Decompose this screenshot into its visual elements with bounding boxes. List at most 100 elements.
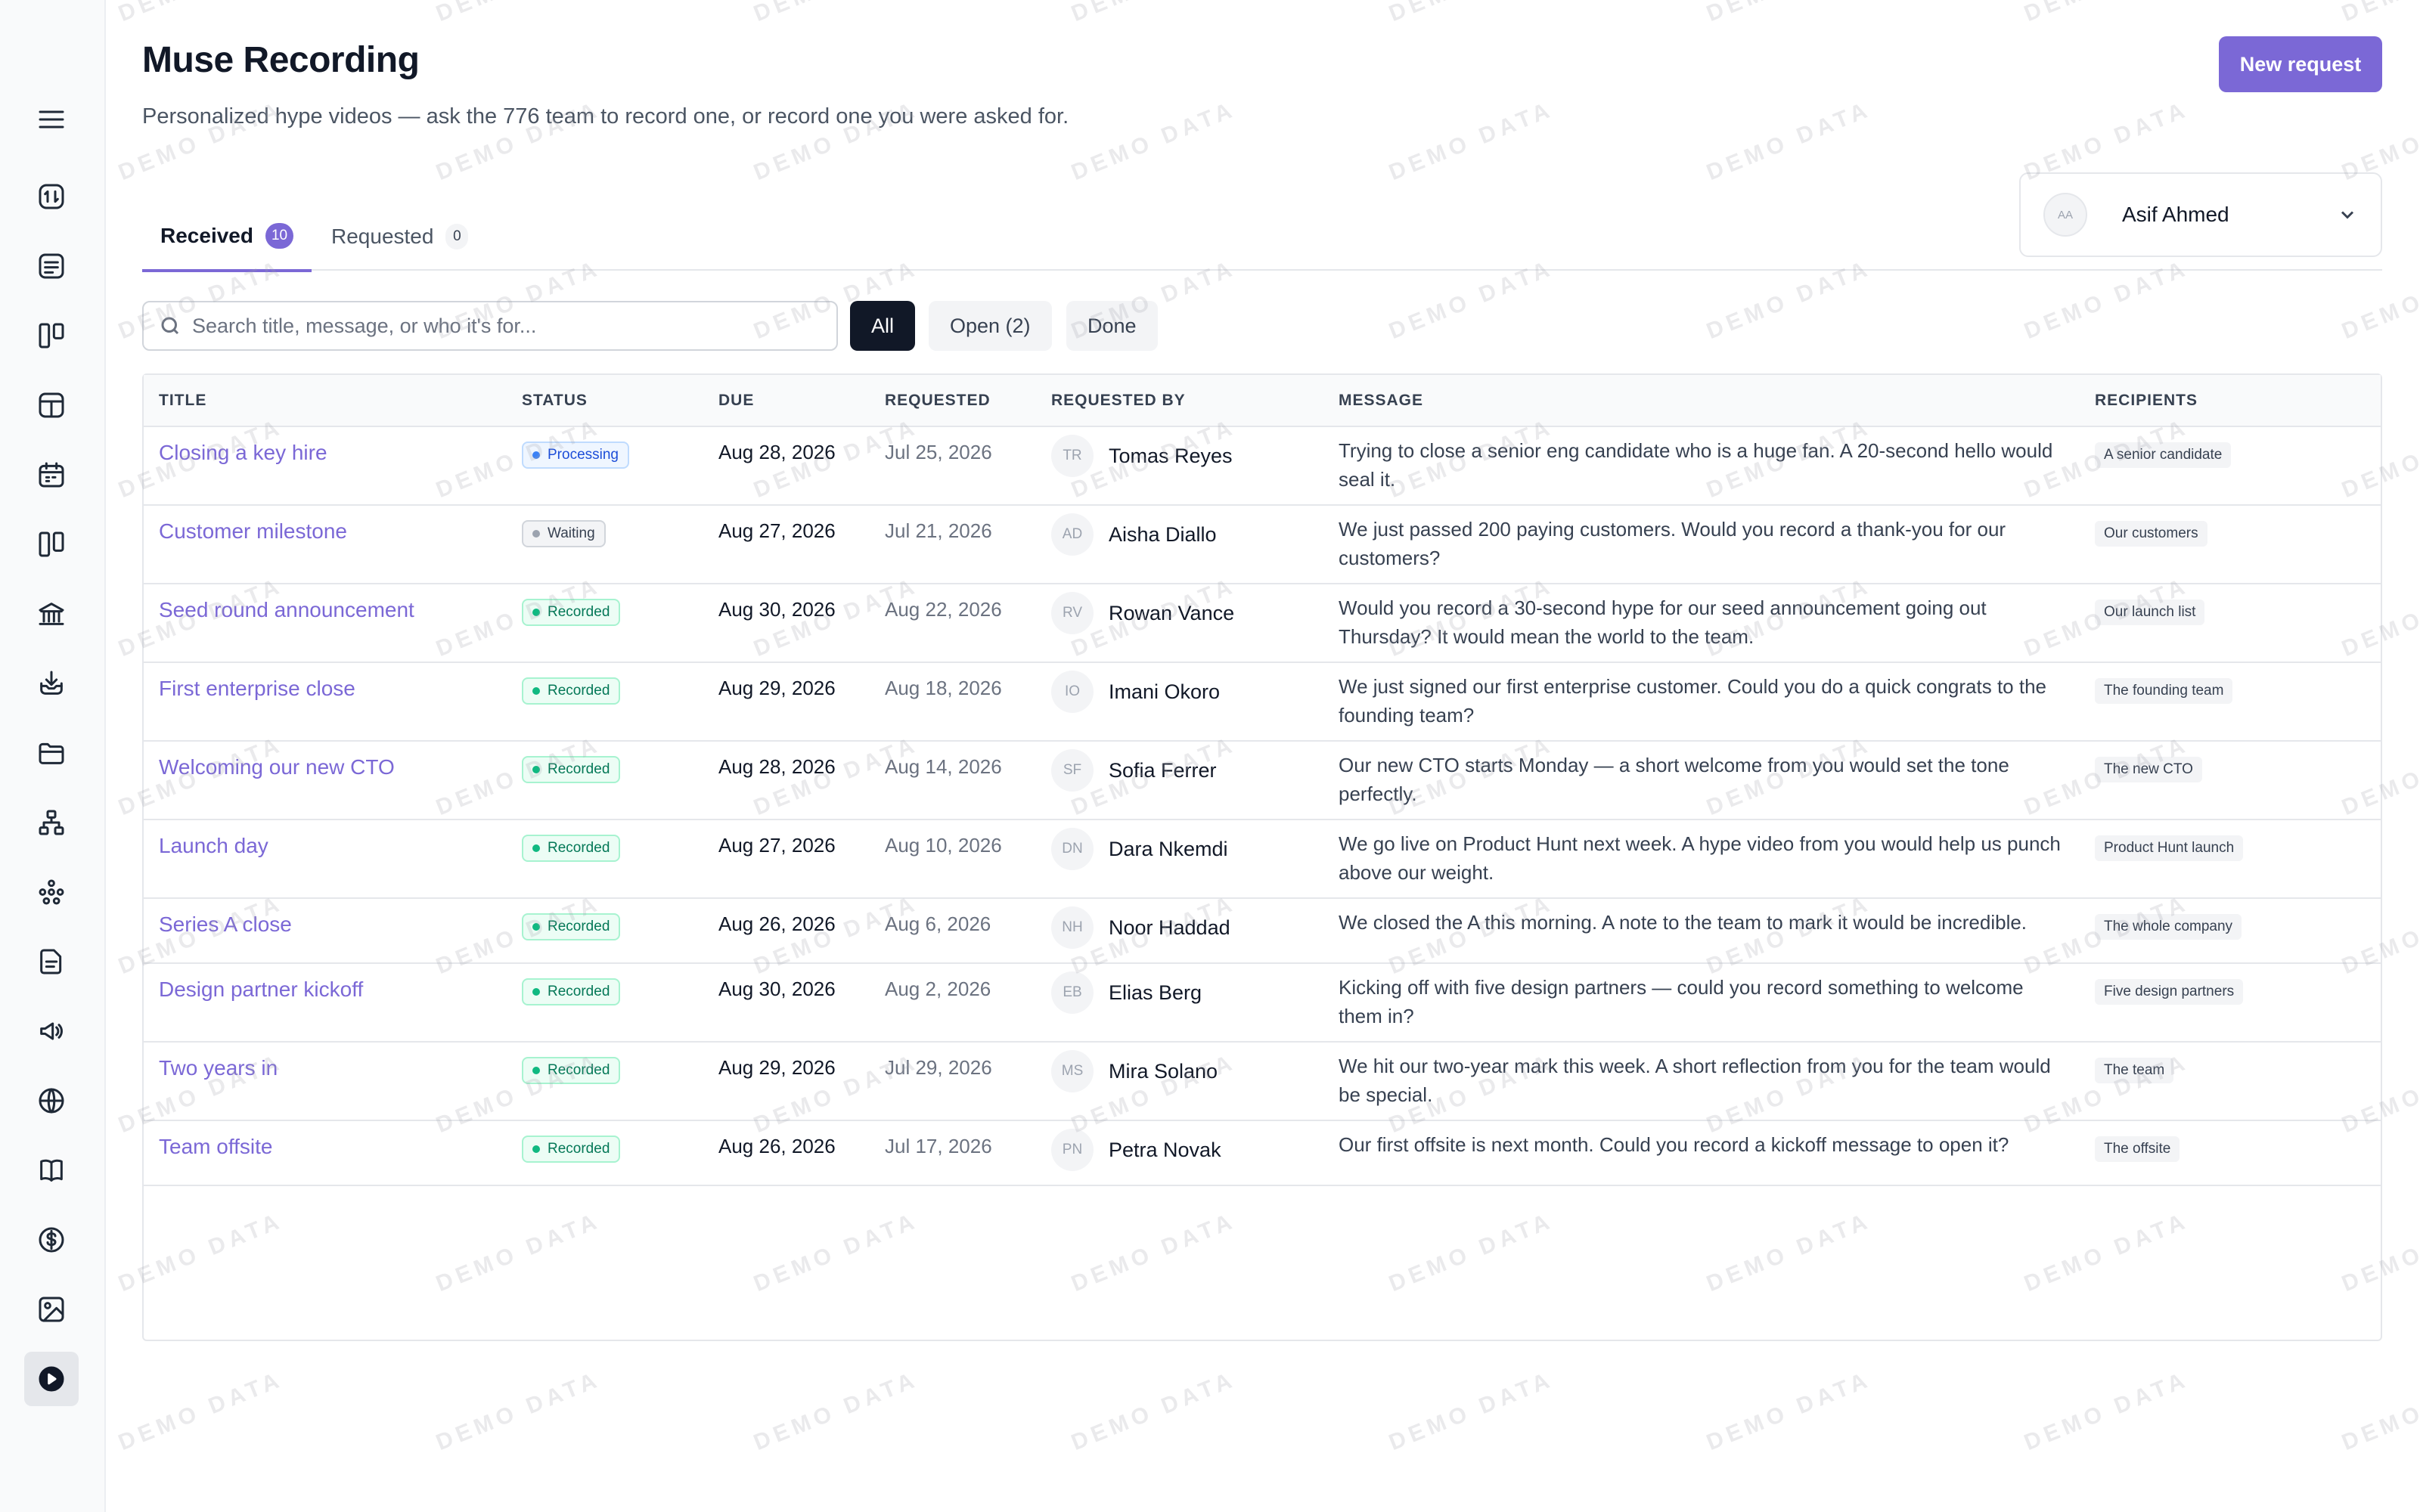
cell-due: Aug 27, 2026 [703,505,870,584]
table-row[interactable]: Seed round announcement Recorded Aug 30, 2… [144,584,2381,663]
layout-icon[interactable] [24,378,79,432]
notes-icon[interactable] [24,239,79,293]
status-label: Recorded [548,761,610,777]
cell-status: Recorded [507,741,703,820]
tab-label: Requested [331,225,434,248]
recipient-chip: Our customers [2095,521,2207,547]
search-input[interactable] [192,314,821,338]
activity-icon[interactable] [24,169,79,224]
status-badge: Waiting [522,520,606,547]
avatar: AA [2043,193,2087,237]
column-header-requested[interactable]: REQUESTED [870,375,1036,427]
globe-icon[interactable] [24,1074,79,1128]
avatar: NH [1051,906,1094,949]
book-icon[interactable] [24,1143,79,1198]
table-row[interactable]: Customer milestone Waiting Aug 27, 2026 Jul… [144,505,2381,584]
cell-recipients: The whole company [2080,898,2381,964]
cell-requested-by: RV Rowan Vance [1036,584,1323,663]
filter-open-button[interactable]: Open (2) [929,301,1052,351]
cell-status: Waiting [507,505,703,584]
avatar: SF [1051,749,1094,792]
column-header-recipients[interactable]: RECIPIENTS [2080,375,2381,427]
status-badge: Processing [522,442,629,469]
columns-icon[interactable] [24,517,79,572]
request-title-link[interactable]: Seed round announcement [159,598,414,621]
table-row[interactable]: Closing a key hire Processing Aug 28, 2026… [144,426,2381,506]
column-header-due[interactable]: DUE [703,375,870,427]
status-dot-icon [532,609,540,616]
board-icon[interactable] [24,308,79,363]
cell-due: Aug 26, 2026 [703,1120,870,1186]
cell-title: Team offsite [144,1120,507,1186]
avatar: PN [1051,1129,1094,1171]
filter-all-button[interactable]: All [850,301,916,351]
network-icon[interactable] [24,865,79,919]
cell-requested-by: IO Imani Okoro [1036,662,1323,742]
column-header-title[interactable]: TITLE [144,375,507,427]
org-chart-icon[interactable] [24,795,79,850]
cell-due: Aug 27, 2026 [703,820,870,899]
status-dot-icon [532,1145,540,1153]
user-selector[interactable]: AA Asif Ahmed [2019,172,2382,257]
request-title-link[interactable]: Series A close [159,912,292,936]
request-title-link[interactable]: Design partner kickoff [159,978,363,1001]
request-title-link[interactable]: Welcoming our new CTO [159,755,395,779]
request-title-link[interactable]: Closing a key hire [159,441,327,464]
message-text: We just signed our first enterprise cust… [1339,675,2046,727]
image-icon[interactable] [24,1282,79,1337]
menu-icon[interactable] [24,92,79,147]
cell-title: Launch day [144,820,507,899]
cell-due: Aug 29, 2026 [703,1042,870,1121]
tab-count-badge: 0 [445,224,469,249]
table-row[interactable]: Launch day Recorded Aug 27, 2026 Aug 10, 20… [144,820,2381,899]
requester-name: Aisha Diallo [1109,522,1217,546]
request-title-link[interactable]: First enterprise close [159,677,355,700]
cell-message: We hit our two-year mark this week. A sh… [1323,1042,2080,1121]
dollar-icon[interactable] [24,1213,79,1267]
recipient-chip: Five design partners [2095,979,2244,1005]
cell-status: Processing [507,426,703,506]
request-title-link[interactable]: Launch day [159,834,268,857]
cell-due: Aug 30, 2026 [703,584,870,663]
filter-done-button[interactable]: Done [1066,301,1158,351]
table-row[interactable]: First enterprise close Recorded Aug 29, 20… [144,662,2381,742]
new-request-button[interactable]: New request [2219,36,2382,92]
document-icon[interactable] [24,934,79,989]
cell-due: Aug 28, 2026 [703,741,870,820]
recipient-chip: The offsite [2095,1136,2180,1162]
tab-received[interactable]: Received 10 [142,203,312,272]
cell-status: Recorded [507,963,703,1043]
play-icon[interactable] [24,1352,79,1406]
table-row[interactable]: Welcoming our new CTO Recorded Aug 28, 202… [144,741,2381,820]
table-row[interactable]: Team offsite Recorded Aug 26, 2026 Jul 17, … [144,1120,2381,1186]
column-header-requested-by[interactable]: REQUESTED BY [1036,375,1323,427]
megaphone-icon[interactable] [24,1004,79,1058]
table-row[interactable]: Design partner kickoff Recorded Aug 30, 20… [144,963,2381,1043]
message-text: Kicking off with five design partners — … [1339,976,2024,1027]
cell-message: Trying to close a senior eng candidate w… [1323,426,2080,506]
cell-requested-by: TR Tomas Reyes [1036,426,1323,506]
bank-icon[interactable] [24,587,79,641]
user-name: Asif Ahmed [2122,203,2229,226]
inbox-icon[interactable] [24,656,79,711]
status-label: Recorded [548,840,610,856]
status-label: Recorded [548,984,610,999]
folder-icon[interactable] [24,726,79,780]
calendar-icon[interactable] [24,448,79,502]
request-title-link[interactable]: Two years in [159,1056,278,1080]
table-row[interactable]: Series A close Recorded Aug 26, 2026 Aug 6,… [144,898,2381,964]
avatar: AD [1051,513,1094,556]
column-header-status[interactable]: STATUS [507,375,703,427]
cell-title: Two years in [144,1042,507,1121]
message-text: Our first offsite is next month. Could y… [1339,1133,2009,1156]
cell-message: Our new CTO starts Monday — a short welc… [1323,741,2080,820]
cell-requested: Aug 6, 2026 [870,898,1036,964]
request-title-link[interactable]: Customer milestone [159,519,347,543]
table-row[interactable]: Two years in Recorded Aug 29, 2026 Jul 29, … [144,1042,2381,1121]
avatar: RV [1051,592,1094,634]
avatar: DN [1051,828,1094,870]
column-header-message[interactable]: MESSAGE [1323,375,2080,427]
cell-requested-by: DN Dara Nkemdi [1036,820,1323,899]
tab-requested[interactable]: Requested 0 [313,203,486,271]
request-title-link[interactable]: Team offsite [159,1135,272,1158]
